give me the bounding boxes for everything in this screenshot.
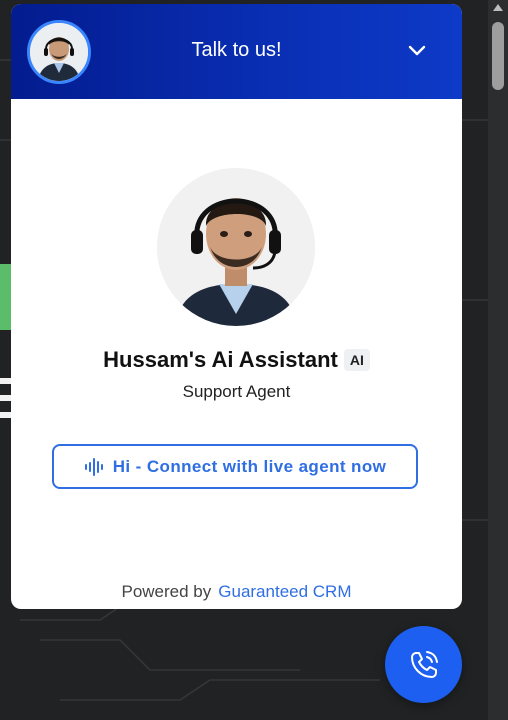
chat-widget: Talk to us! Hussam's Ai Assistant AI Sup…	[11, 4, 462, 609]
agent-role: Support Agent	[182, 382, 291, 401]
widget-title: Talk to us!	[191, 39, 282, 61]
connect-live-agent-button[interactable]: Hi - Connect with live agent now	[52, 444, 418, 489]
waveform-icon	[84, 457, 103, 476]
background-green-block	[0, 264, 11, 330]
brand-link[interactable]: Guaranteed CRM	[218, 582, 351, 602]
phone-icon	[410, 650, 438, 678]
widget-header: Talk to us!	[11, 4, 462, 99]
scroll-thumb[interactable]	[492, 22, 504, 90]
agent-portrait-icon	[157, 168, 315, 326]
connect-button-label: Hi - Connect with live agent now	[112, 456, 387, 476]
scroll-up-arrow-icon[interactable]	[493, 4, 503, 11]
agent-name-row: Hussam's Ai Assistant AI	[11, 347, 462, 373]
page-scrollbar[interactable]	[488, 0, 508, 720]
call-button[interactable]	[385, 626, 462, 703]
agent-photo	[157, 168, 315, 326]
chevron-down-icon	[408, 45, 426, 56]
ai-badge: AI	[343, 349, 370, 371]
background-bars	[0, 378, 11, 429]
powered-by-label: Powered by	[121, 582, 212, 601]
powered-by: Powered by Guaranteed CRM	[11, 582, 462, 602]
agent-name: Hussam's Ai Assistant	[103, 347, 338, 372]
collapse-button[interactable]	[406, 40, 428, 62]
